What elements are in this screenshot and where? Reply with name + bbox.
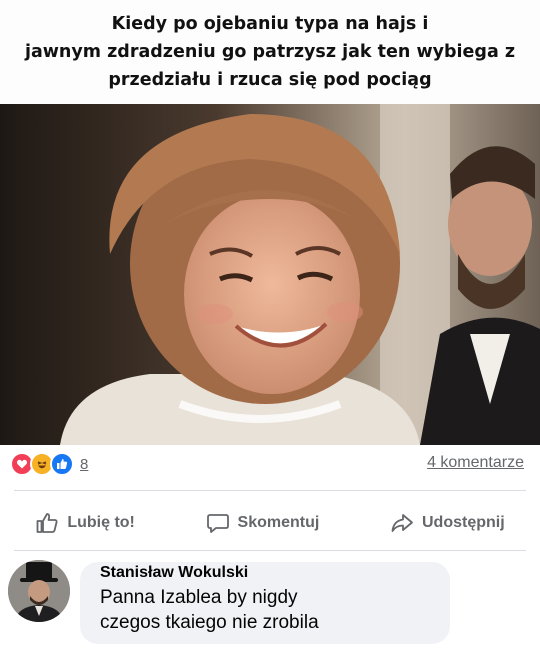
comment-button-label: Skomentuj	[237, 514, 320, 531]
meme-post: Kiedy po ojebaniu typa na hajs i jawnym …	[0, 0, 540, 659]
comment-button[interactable]: Skomentuj	[206, 511, 320, 535]
meme-caption-area: Kiedy po ojebaniu typa na hajs i jawnym …	[0, 0, 540, 104]
reaction-count[interactable]: 8	[80, 456, 88, 473]
like-button-label: Lubię to!	[67, 514, 135, 531]
share-button-label: Udostępnij	[421, 514, 505, 531]
like-icon	[50, 452, 74, 476]
comment-text: Panna Izablea by nigdy czegos tkaiego ni…	[100, 587, 319, 633]
comment-author[interactable]: Stanisław Wokulski	[100, 564, 248, 582]
divider	[14, 550, 526, 551]
reactions-summary[interactable]: 8	[10, 451, 88, 477]
like-button[interactable]: Lubię to!	[35, 511, 135, 535]
meme-caption: Kiedy po ojebaniu typa na hajs i jawnym …	[24, 14, 516, 90]
meme-photo	[0, 104, 540, 445]
divider	[14, 490, 526, 491]
thumbs-up-icon	[35, 511, 59, 535]
comments-count-link[interactable]: 4 komentarze	[427, 454, 524, 472]
share-button[interactable]: Udostępnij	[390, 511, 505, 535]
post-actions-bar: Lubię to! Skomentuj Udostępnij	[0, 497, 540, 549]
avatar[interactable]	[8, 560, 70, 622]
comment: Stanisław Wokulski Panna Izablea by nigd…	[8, 558, 532, 648]
share-arrow-icon	[390, 511, 414, 535]
speech-bubble-icon	[206, 511, 230, 535]
